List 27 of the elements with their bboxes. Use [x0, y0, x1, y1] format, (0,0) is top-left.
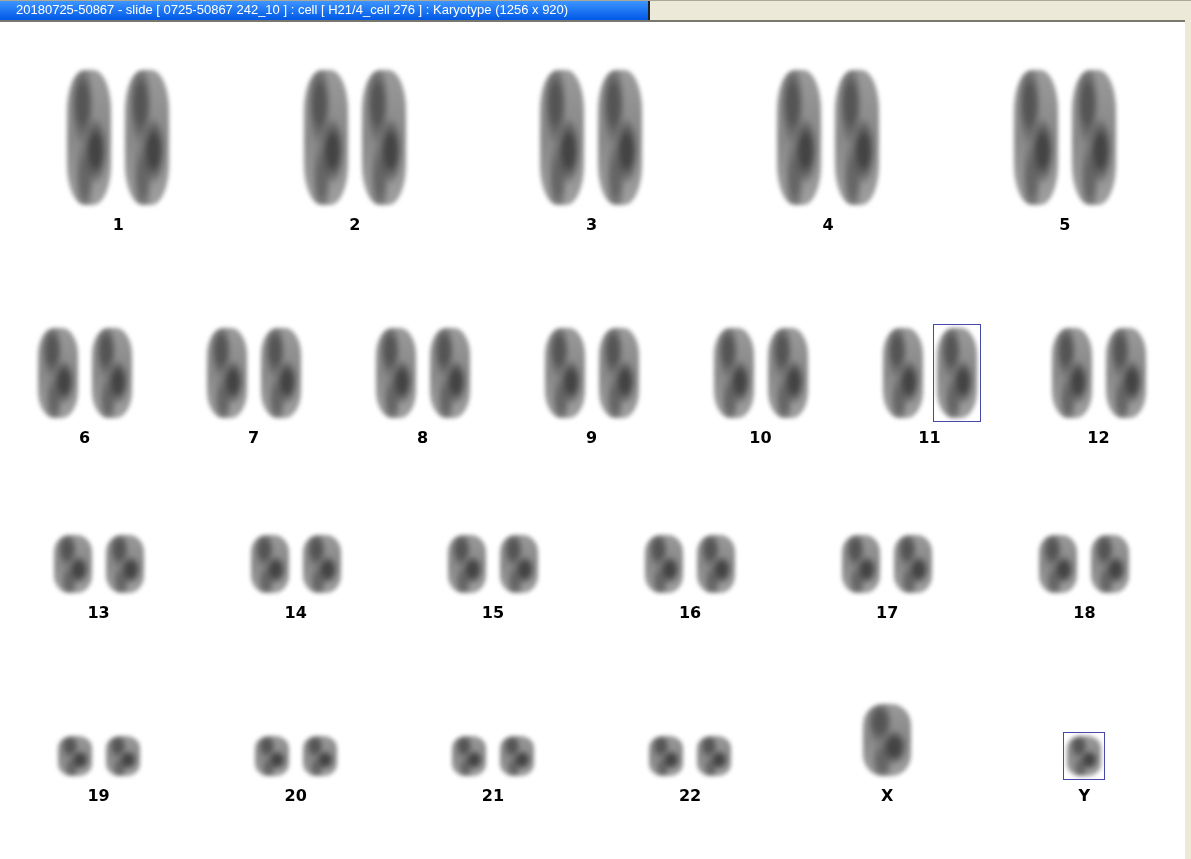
chromosome-label: 7 [247, 428, 260, 447]
chromosome-label: 1 [112, 215, 124, 234]
chromosome-label: 9 [585, 428, 598, 447]
chromosome-label: 8 [416, 428, 429, 447]
chromosome-label: 21 [481, 786, 505, 805]
chromosome-label: 11 [918, 428, 941, 447]
chromosome-label: 19 [87, 786, 110, 805]
chromosome-label: 17 [876, 603, 899, 622]
chromosome-label: 16 [678, 603, 702, 622]
chromosome-label: 18 [1073, 603, 1096, 622]
chromosome-label: 5 [1059, 215, 1071, 234]
chromosome-label: 13 [87, 603, 110, 622]
chromosome-drawing[interactable] [1063, 732, 1106, 780]
chromosome-label: 4 [822, 215, 834, 234]
chromosome-label: 20 [284, 786, 307, 805]
chromosome-label: Y [1078, 786, 1091, 805]
chromosome-label: 2 [349, 215, 361, 234]
chromosome-label: 12 [1087, 428, 1110, 447]
chromosome-drawing[interactable] [932, 324, 981, 422]
chromosome-label: X [881, 786, 894, 805]
chromosome-label: 14 [284, 603, 307, 622]
chromosome-label: 3 [585, 215, 598, 234]
window-title: 20180725-50867 - slide [ 0725-50867 242_10 ] : cell [ H21/4_cell 276 ] : Karyotype (1256 x 920) [0, 1, 650, 20]
chromosome-label: 15 [481, 603, 505, 622]
chromosome-label: 10 [749, 428, 772, 447]
chromosome-label: 6 [78, 428, 91, 447]
chromosome-label: 22 [678, 786, 702, 805]
